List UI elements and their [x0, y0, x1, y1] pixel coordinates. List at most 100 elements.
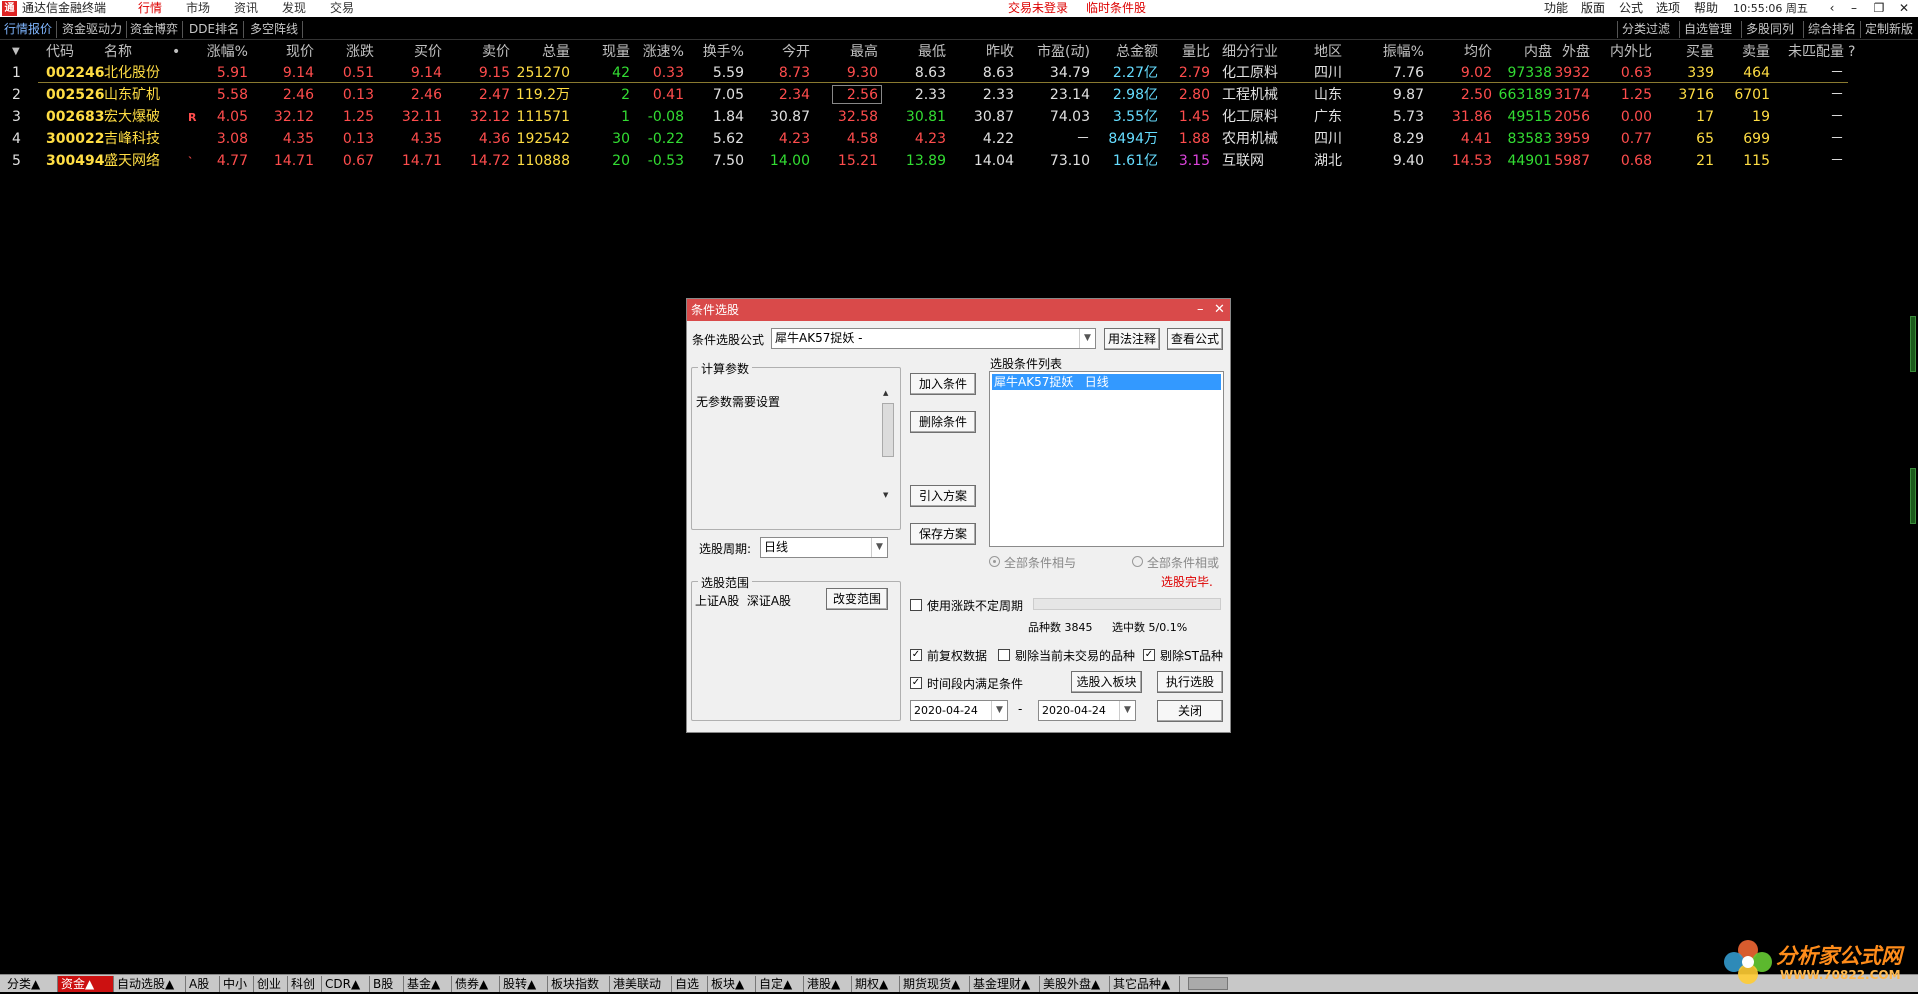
- menu-help[interactable]: 帮助: [1694, 0, 1718, 17]
- menu-market[interactable]: 市场: [186, 0, 210, 17]
- bottom-tab[interactable]: 股转▲: [500, 976, 548, 992]
- save-scheme-button[interactable]: 保存方案: [910, 523, 976, 545]
- view-formula-button[interactable]: 查看公式: [1167, 328, 1223, 350]
- side-scroll-indicator[interactable]: [1910, 468, 1916, 524]
- bottom-tab[interactable]: 基金▲: [404, 976, 452, 992]
- chevron-down-icon[interactable]: ▼: [1119, 701, 1135, 720]
- trade-login-status[interactable]: 交易未登录: [1008, 0, 1068, 17]
- timespan-checkbox[interactable]: ✓: [910, 677, 922, 689]
- tab-bull-bear[interactable]: 多空阵线: [246, 21, 304, 38]
- col-header[interactable]: 涨跌: [318, 42, 374, 62]
- date-to-picker[interactable]: 2020-04-24 ▼: [1038, 700, 1136, 721]
- cell-name[interactable]: 盛天网络: [104, 151, 168, 172]
- chevron-down-icon[interactable]: ▼: [871, 538, 887, 557]
- cell-name[interactable]: 宏大爆破: [104, 107, 168, 128]
- tab-quote-list[interactable]: 行情报价: [0, 21, 58, 38]
- close-icon[interactable]: ✕: [1895, 0, 1913, 17]
- bottom-tab[interactable]: 资金▲: [58, 976, 114, 992]
- col-header[interactable]: 今开: [748, 42, 810, 62]
- scroll-thumb[interactable]: [882, 403, 894, 457]
- col-header[interactable]: 昨收: [950, 42, 1014, 62]
- condition-list[interactable]: 犀牛AK57捉妖 日线: [989, 371, 1224, 547]
- radio-or[interactable]: [1132, 556, 1143, 567]
- menu-formula[interactable]: 公式: [1619, 0, 1643, 17]
- tab-multi-stock[interactable]: 多股同列: [1741, 21, 1798, 38]
- col-header[interactable]: 买量: [1656, 42, 1714, 62]
- bottom-tab[interactable]: 美股外盘▲: [1040, 976, 1110, 992]
- close-button[interactable]: 关闭: [1157, 700, 1223, 722]
- menu-trade[interactable]: 交易: [330, 0, 354, 17]
- cell-name[interactable]: 山东矿机: [104, 85, 168, 106]
- params-scrollbar[interactable]: ▲ ▼: [882, 389, 894, 501]
- cell-code[interactable]: 002683: [46, 107, 104, 128]
- cell-code[interactable]: 300022: [46, 129, 104, 150]
- col-header[interactable]: 总金额: [1094, 42, 1158, 62]
- col-header[interactable]: 卖价: [446, 42, 510, 62]
- dialog-titlebar[interactable]: 条件选股 – ✕: [687, 299, 1230, 321]
- col-header[interactable]: 涨幅%: [188, 42, 248, 62]
- menu-options[interactable]: 选项: [1656, 0, 1680, 17]
- cell-code[interactable]: 300494: [46, 151, 104, 172]
- add-condition-button[interactable]: 加入条件: [910, 373, 976, 395]
- side-scroll-indicator[interactable]: [1910, 316, 1916, 372]
- menu-discover[interactable]: 发现: [282, 0, 306, 17]
- col-header[interactable]: 现量: [574, 42, 630, 62]
- minimize-icon[interactable]: –: [1845, 0, 1863, 17]
- sort-toggle-icon[interactable]: ▼: [12, 42, 26, 62]
- col-header[interactable]: 细分行业: [1222, 42, 1302, 62]
- dialog-minimize-icon[interactable]: –: [1197, 299, 1204, 321]
- temp-pick-link[interactable]: 临时条件股: [1086, 0, 1146, 17]
- bottom-scrollbar[interactable]: [1188, 977, 1228, 990]
- to-block-button[interactable]: 选股入板块: [1071, 671, 1142, 693]
- bottom-tab[interactable]: 板块指数: [548, 976, 610, 992]
- adj-data-checkbox[interactable]: ✓: [910, 649, 922, 661]
- execute-button[interactable]: 执行选股: [1157, 671, 1223, 693]
- col-header[interactable]: 买价: [378, 42, 442, 62]
- delete-condition-button[interactable]: 删除条件: [910, 411, 976, 433]
- col-header[interactable]: 量比: [1162, 42, 1210, 62]
- bottom-tab[interactable]: 自定▲: [756, 976, 804, 992]
- tab-watchlist-manage[interactable]: 自选管理: [1679, 21, 1736, 38]
- dialog-close-icon[interactable]: ✕: [1214, 299, 1225, 321]
- bottom-tab[interactable]: 自动选股▲: [114, 976, 186, 992]
- col-header[interactable]: •: [172, 42, 182, 62]
- bottom-tab[interactable]: 港美联动: [610, 976, 672, 992]
- bottom-tab[interactable]: 创业: [254, 976, 288, 992]
- bottom-tab[interactable]: 中小: [220, 976, 254, 992]
- col-header[interactable]: 振幅%: [1360, 42, 1424, 62]
- col-header[interactable]: 总量: [514, 42, 570, 62]
- bottom-tab[interactable]: 期权▲: [852, 976, 900, 992]
- tab-custom-layout[interactable]: 定制新版: [1860, 21, 1917, 38]
- bottom-tab[interactable]: A股: [186, 976, 220, 992]
- col-header[interactable]: 未匹配量: [1776, 42, 1844, 62]
- use-period-checkbox[interactable]: [910, 599, 922, 611]
- bottom-tab[interactable]: 债券▲: [452, 976, 500, 992]
- col-header[interactable]: 名称: [104, 42, 144, 62]
- col-header[interactable]: 外盘: [1554, 42, 1590, 62]
- import-scheme-button[interactable]: 引入方案: [910, 485, 976, 507]
- bottom-tab[interactable]: 板块▲: [708, 976, 756, 992]
- back-icon[interactable]: ‹: [1823, 0, 1841, 17]
- excl-untraded-checkbox[interactable]: [998, 649, 1010, 661]
- bottom-tab[interactable]: B股: [370, 976, 404, 992]
- change-range-button[interactable]: 改变范围: [826, 588, 888, 610]
- col-header[interactable]: 最高: [814, 42, 878, 62]
- tab-dde-rank[interactable]: DDE排名: [185, 21, 245, 38]
- col-header[interactable]: 内盘: [1496, 42, 1552, 62]
- bottom-tab[interactable]: 其它品种▲: [1110, 976, 1180, 992]
- scroll-down-icon[interactable]: ▼: [883, 491, 888, 499]
- date-from-picker[interactable]: 2020-04-24 ▼: [910, 700, 1008, 721]
- bottom-tab[interactable]: 科创: [288, 976, 322, 992]
- col-header[interactable]: 最低: [882, 42, 946, 62]
- menu-quotes[interactable]: 行情: [138, 0, 162, 17]
- col-header[interactable]: 地区: [1314, 42, 1354, 62]
- restore-icon[interactable]: ❐: [1870, 0, 1888, 17]
- bottom-tab[interactable]: 期货现货▲: [900, 976, 970, 992]
- menu-layout[interactable]: 版面: [1581, 0, 1605, 17]
- chevron-down-icon[interactable]: ▼: [1079, 329, 1095, 348]
- usage-notes-button[interactable]: 用法注释: [1104, 328, 1160, 350]
- col-header[interactable]: 换手%: [688, 42, 744, 62]
- bottom-tab[interactable]: 分类▲: [4, 976, 58, 992]
- cell-name[interactable]: 吉峰科技: [104, 129, 168, 150]
- bottom-tab[interactable]: 港股▲: [804, 976, 852, 992]
